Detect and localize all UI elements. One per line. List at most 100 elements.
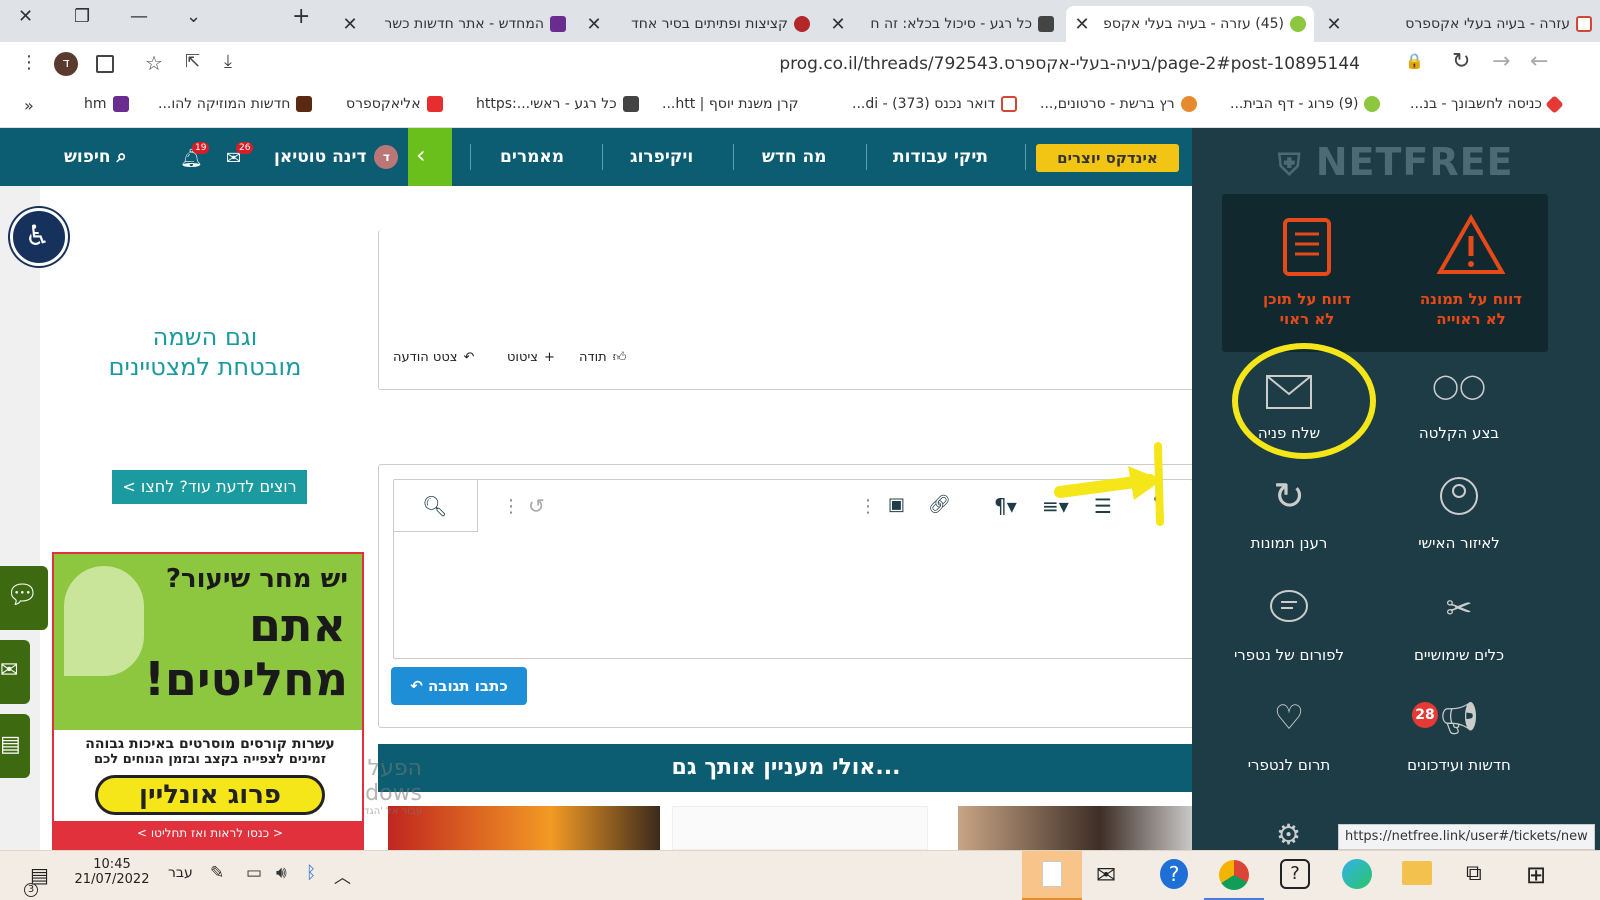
- preview-button[interactable]: 🔍︎: [394, 480, 478, 532]
- ad-line: מובטחת למצטיינים: [108, 353, 302, 381]
- bluetooth-icon[interactable]: ᛒ: [306, 863, 316, 883]
- related-thumbnail[interactable]: [672, 806, 928, 850]
- quote-action[interactable]: + ציטוט: [507, 350, 555, 365]
- paragraph-icon[interactable]: ¶▾: [994, 494, 1017, 518]
- close-tab-icon[interactable]: ✕: [586, 14, 602, 35]
- sidebar-toggle-icon[interactable]: [96, 55, 114, 73]
- taskbar-mail-icon[interactable]: ✉: [1096, 861, 1116, 889]
- reply-quote-action[interactable]: ↶ צטט הודעה: [393, 350, 474, 365]
- nav-item-whats-new[interactable]: מה חדש: [762, 128, 826, 186]
- forward-icon[interactable]: →: [1492, 49, 1510, 74]
- bookmark-item[interactable]: דואר נכנס (373) - di...: [852, 96, 1018, 112]
- editor-textarea[interactable]: [394, 532, 1194, 658]
- bookmark-item[interactable]: רץ ברשת - סרטונים,...: [1040, 96, 1197, 112]
- report-content-button[interactable]: דווח על תוכן לא ראוי: [1222, 214, 1392, 334]
- more-vertical-icon[interactable]: ⋮: [859, 496, 877, 517]
- search-button[interactable]: ⌕ חיפוש: [64, 128, 127, 186]
- reload-icon[interactable]: ↻: [1452, 49, 1470, 74]
- profile-avatar[interactable]: ד: [54, 52, 78, 76]
- messages-button[interactable]: ✉ 26: [226, 142, 254, 169]
- bookmarks-overflow[interactable]: »: [24, 96, 34, 115]
- refresh-images-button[interactable]: ↻ רענן תמונות: [1204, 476, 1374, 566]
- report-label: לא ראוייה: [1436, 310, 1506, 328]
- minimize-window-icon[interactable]: —: [130, 6, 148, 27]
- tab-search-icon[interactable]: ⌄: [186, 6, 201, 27]
- netfree-item-label: לאיזור האישי: [1418, 534, 1500, 552]
- mail-widget-button[interactable]: ✉: [0, 640, 30, 704]
- browser-tab-active[interactable]: (45) עזרה - בעיה בעלי אקספ ✕: [1066, 6, 1314, 42]
- clock[interactable]: 10:45 21/07/2022: [74, 857, 150, 887]
- restore-window-icon[interactable]: ❐: [74, 6, 90, 27]
- bookmark-item[interactable]: חדשות המוזיקה להו...: [158, 96, 313, 112]
- chat-bubble-icon: 💬︎: [6, 580, 40, 610]
- volume-icon[interactable]: 🔊︎: [276, 863, 287, 883]
- user-menu[interactable]: ד דינה טוטיאן: [274, 128, 399, 186]
- taskbar-help-icon[interactable]: ?: [1160, 859, 1188, 889]
- install-app-icon[interactable]: ⤓: [224, 51, 232, 72]
- nav-item-articles[interactable]: מאמרים: [500, 128, 564, 186]
- like-action[interactable]: 👍︎ תודה: [579, 350, 626, 365]
- taskbar-app-notepad[interactable]: [1022, 851, 1082, 900]
- bookmark-item[interactable]: כניסה לחשבונך - בנ...: [1410, 94, 1564, 114]
- bookmark-item[interactable]: (9) פרוג - דף הבית...: [1230, 96, 1381, 112]
- back-icon[interactable]: ←: [1530, 49, 1548, 74]
- refresh-icon: ↻: [1273, 474, 1305, 518]
- browser-tab[interactable]: המחדש - אתר חדשות כשר ✕: [334, 6, 574, 42]
- close-tab-icon[interactable]: ✕: [1326, 14, 1342, 35]
- more-vertical-icon[interactable]: ⋮: [502, 496, 520, 517]
- ad-banner[interactable]: יש מחר שיעור? אתם מחליטים! עשרות קורסים …: [52, 552, 364, 850]
- nav-item-wikiprog[interactable]: ויקיפרוג: [630, 128, 693, 186]
- taskbar-support-icon[interactable]: ?: [1280, 859, 1310, 889]
- nav-item-portfolios[interactable]: תיקי עבודות: [893, 128, 988, 186]
- related-thumbnail[interactable]: [388, 806, 660, 850]
- accessibility-button[interactable]: ♿︎: [10, 208, 68, 266]
- donate-button[interactable]: ♡ תרום לנטפרי: [1204, 698, 1374, 788]
- close-tab-icon[interactable]: ✕: [830, 14, 846, 35]
- lock-icon[interactable]: 🔒: [1405, 52, 1424, 70]
- link-icon[interactable]: 🔗︎: [928, 494, 951, 515]
- battery-icon[interactable]: ▭: [246, 863, 262, 883]
- browser-tab[interactable]: קציצות ופתיתים בסיר אחד ✕: [578, 6, 818, 42]
- chat-widget-button[interactable]: 💬︎: [0, 566, 48, 630]
- browser-menu-icon[interactable]: ⋮: [20, 52, 38, 73]
- pen-icon[interactable]: ✎: [210, 863, 224, 883]
- taskbar-taskview-icon[interactable]: ⧉: [1466, 861, 1482, 886]
- browser-tab[interactable]: כל רגע - סיכול בכלא: זה ח ✕: [822, 6, 1062, 42]
- new-tab-icon[interactable]: +: [292, 4, 310, 29]
- related-thumbnail[interactable]: [958, 806, 1194, 850]
- close-window-icon[interactable]: ✕: [18, 6, 33, 27]
- ad-more-button[interactable]: רוצים לדעת עוד? לחצו >: [112, 470, 307, 504]
- nav-collapse-button[interactable]: ‹: [408, 128, 452, 186]
- settings-gear-icon[interactable]: ⚙: [1276, 818, 1301, 851]
- input-language[interactable]: עבר: [168, 865, 193, 881]
- bookmark-star-icon[interactable]: ☆: [145, 51, 163, 75]
- contact-widget-button[interactable]: ▤: [0, 714, 30, 778]
- url-field[interactable]: prog.co.il/threads/792543.בעיה-בעלי-אקספ…: [130, 47, 1460, 81]
- share-icon[interactable]: ⇱: [185, 51, 200, 72]
- close-tab-icon[interactable]: ✕: [1074, 14, 1090, 35]
- taskbar-chrome[interactable]: [1204, 851, 1264, 900]
- windows-start-icon[interactable]: ⊞: [1526, 861, 1546, 889]
- voicemail-icon: ◯◯: [1432, 372, 1486, 400]
- creators-index-button[interactable]: אינדקס יוצרים: [1036, 144, 1179, 172]
- browser-tab[interactable]: עזרה - בעיה בעלי אקספרס ✕: [1318, 6, 1600, 42]
- alerts-button[interactable]: 🔔︎ 19: [180, 142, 210, 169]
- ad-top-text: וגם השמה מובטחת למצטיינים: [100, 322, 310, 382]
- bookmark-item[interactable]: כל רגע - ראשי...:https: [476, 96, 639, 112]
- personal-area-button[interactable]: לאיזור האישי: [1374, 476, 1544, 566]
- submit-reply-button[interactable]: כתבו תגובה ↶: [391, 667, 527, 705]
- image-icon[interactable]: ▣: [888, 494, 905, 515]
- taskbar-edge-icon[interactable]: [1342, 859, 1372, 889]
- undo-icon[interactable]: ↺: [528, 494, 545, 518]
- report-image-button[interactable]: דווח על תמונה לא ראוייה: [1386, 214, 1556, 334]
- chevron-up-icon[interactable]: ︿: [334, 863, 351, 888]
- news-button[interactable]: 📢︎ 28 חדשות ועידכונים: [1374, 698, 1544, 788]
- bookmark-item[interactable]: קרן משנת יוסף | htt...: [662, 96, 799, 112]
- close-tab-icon[interactable]: ✕: [342, 14, 358, 35]
- bookmark-item[interactable]: אליאקספרס: [346, 96, 443, 112]
- taskbar-explorer-icon[interactable]: [1402, 861, 1432, 885]
- netfree-forum-button[interactable]: לפורום של נטפרי: [1204, 588, 1374, 678]
- tools-button[interactable]: ✂ כלים שימושיים: [1374, 588, 1544, 678]
- bookmark-item[interactable]: hm: [84, 96, 129, 112]
- record-button[interactable]: ◯◯ בצע הקלטה: [1374, 368, 1544, 458]
